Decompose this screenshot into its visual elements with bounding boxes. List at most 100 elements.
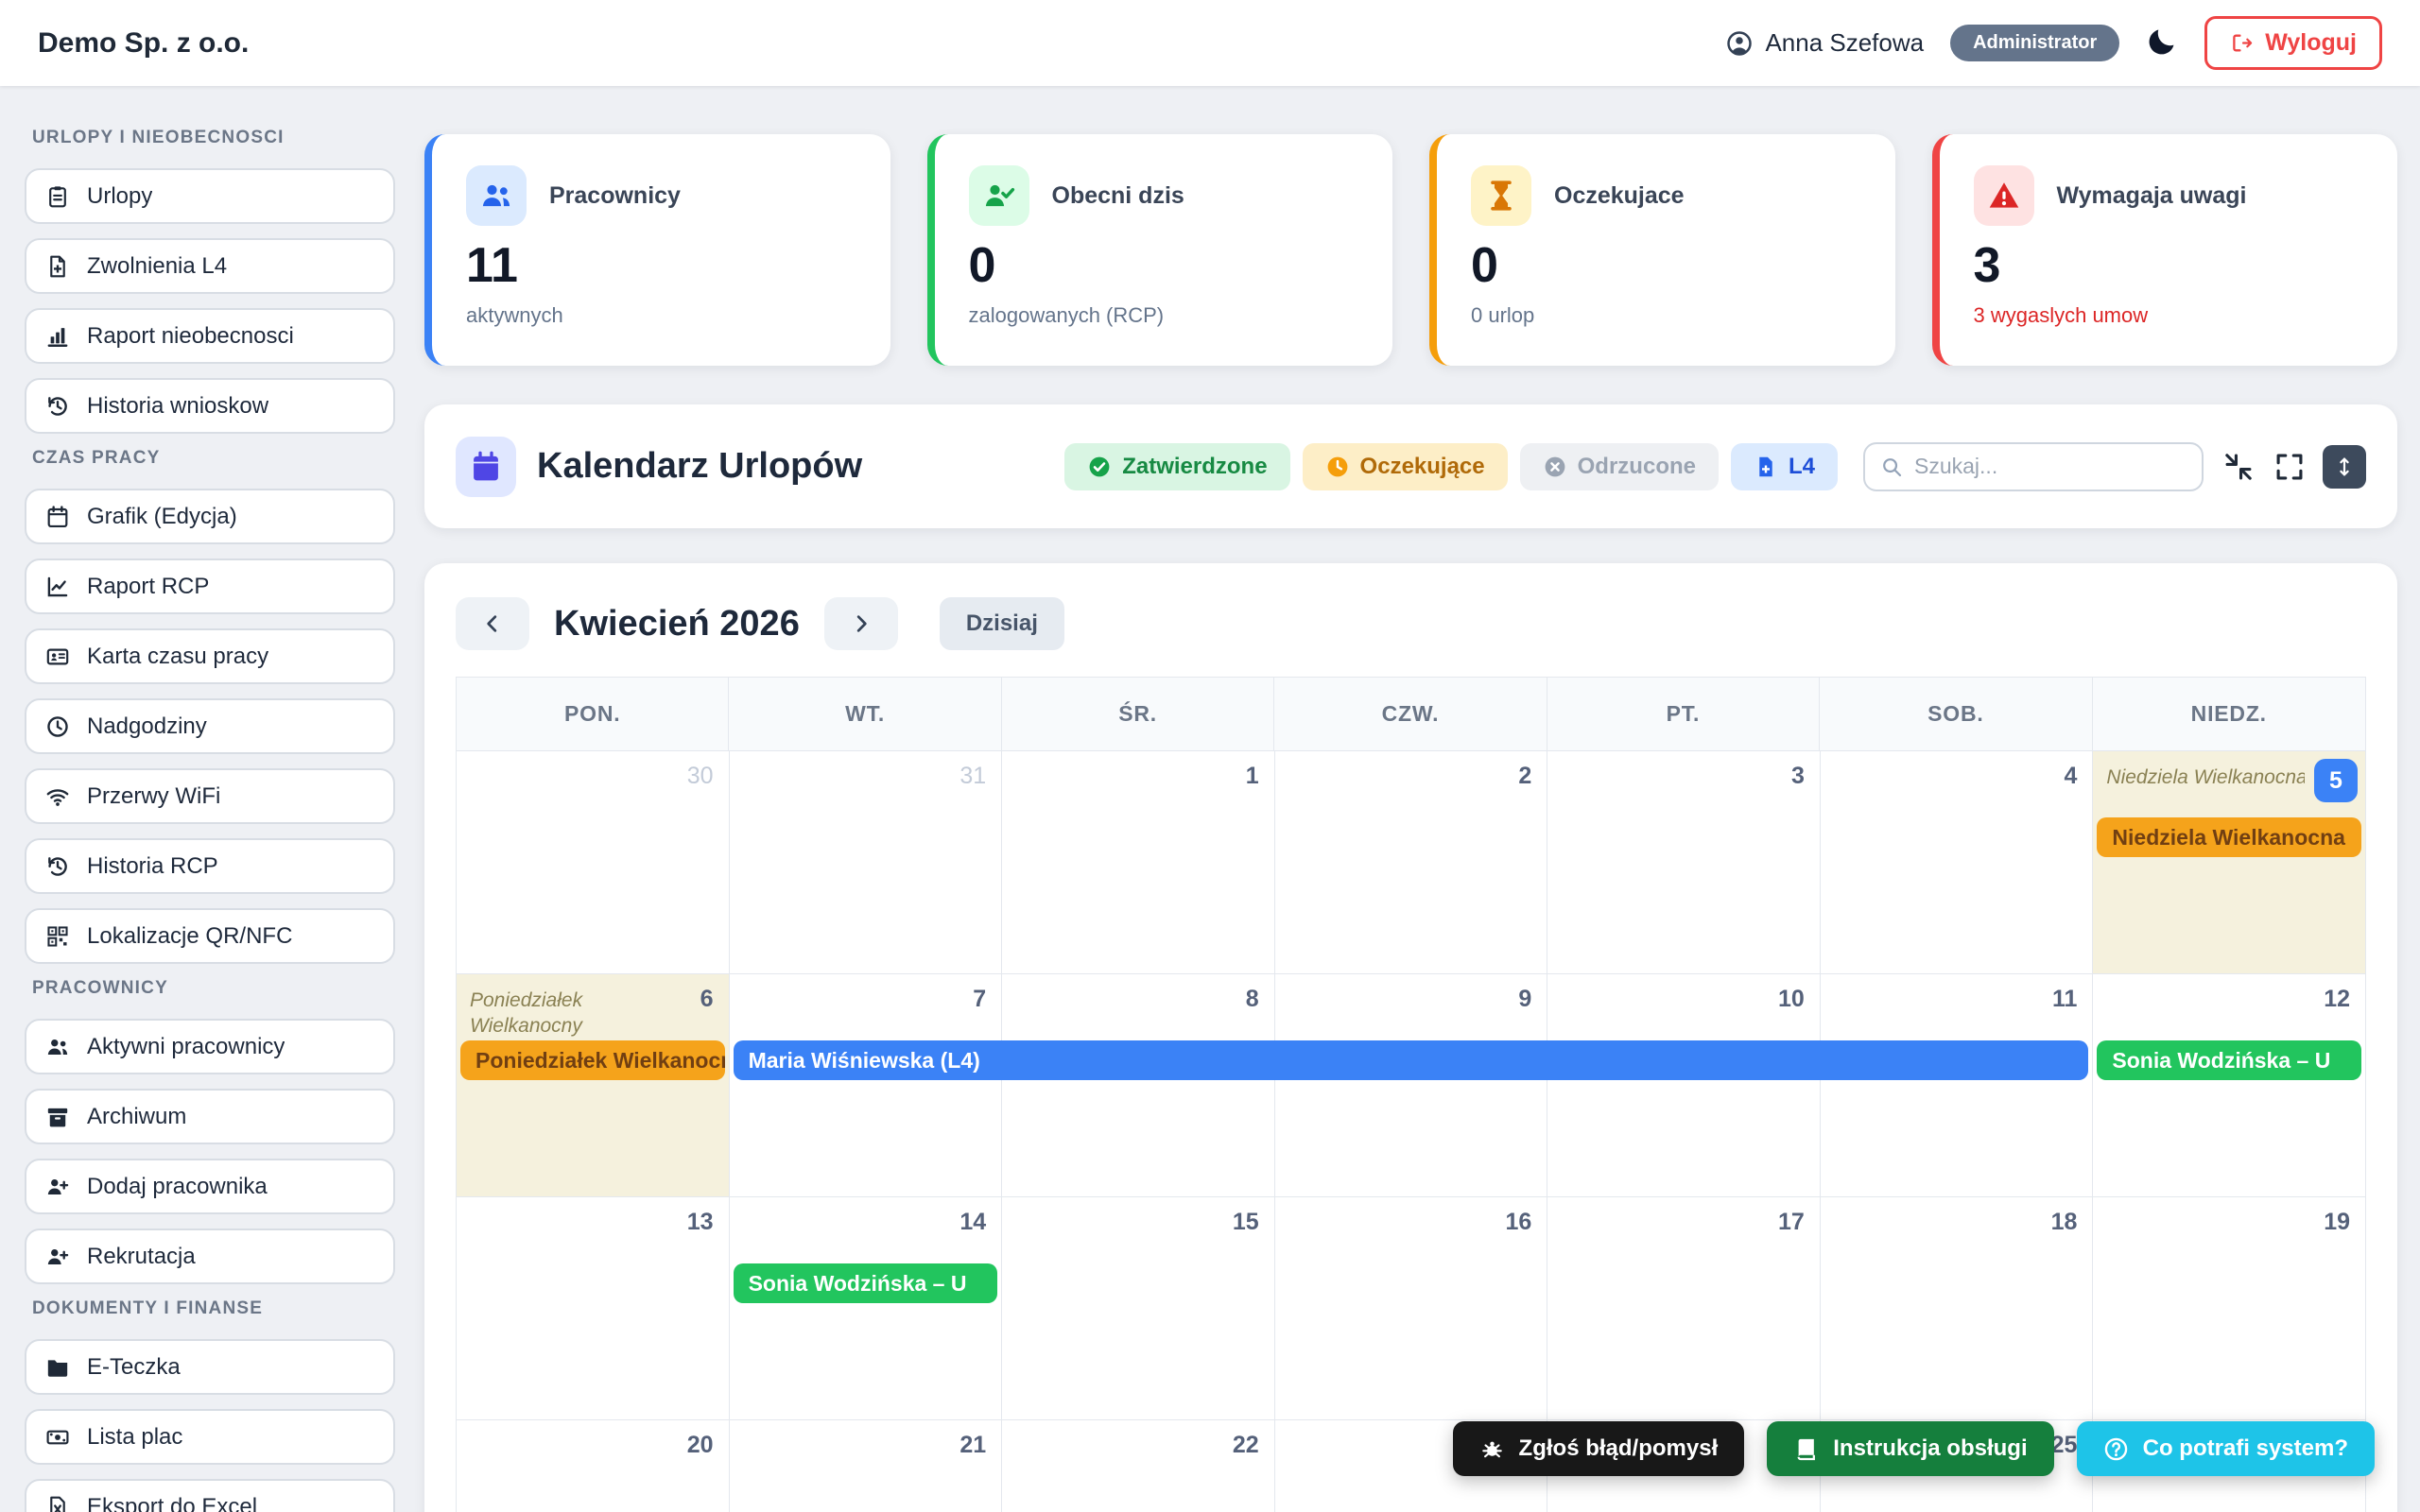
sidebar-item-rekrutacja[interactable]: Rekrutacja	[25, 1228, 395, 1284]
sidebar-item-label: Rekrutacja	[87, 1244, 196, 1270]
today-button[interactable]: Dzisiaj	[940, 597, 1064, 650]
search-input[interactable]	[1914, 454, 2187, 479]
main-content: Pracownicy 11 aktywnych Obecni dzis 0 za…	[424, 86, 2397, 1512]
line-chart-icon	[45, 575, 70, 599]
user-menu[interactable]: Anna Szefowa	[1725, 28, 1924, 58]
prev-month-button[interactable]	[456, 597, 529, 650]
chevron-right-icon	[849, 611, 873, 636]
sidebar-item-nadgodziny[interactable]: Nadgodziny	[25, 698, 395, 754]
sidebar-item-karta-czasu-pracy[interactable]: Karta czasu pracy	[25, 628, 395, 684]
sidebar-item-aktywni-pracownicy[interactable]: Aktywni pracownicy	[25, 1019, 395, 1074]
sidebar-item-label: Archiwum	[87, 1104, 186, 1130]
day-cell-8[interactable]: 8	[1002, 974, 1275, 1196]
sidebar-item-raport-nieobecnosci[interactable]: Raport nieobecnosci	[25, 308, 395, 364]
system-help-button[interactable]: Co potrafi system?	[2077, 1421, 2375, 1476]
stat-card-wymagaja-uwagi: Wymagaja uwagi 3 3 wygaslych umow	[1932, 134, 2398, 366]
qrcode-icon	[45, 924, 70, 949]
scroll-toggle-button[interactable]	[2323, 445, 2366, 489]
sidebar-item-historia-rcp[interactable]: Historia RCP	[25, 838, 395, 894]
calendar-event-vacation[interactable]: Sonia Wodzińska – U	[2097, 1040, 2361, 1080]
company-name: Demo Sp. z o.o.	[38, 27, 249, 60]
stat-value: 0	[1471, 241, 1861, 290]
holiday-name: Poniedziałek Wielkanocny	[470, 988, 668, 1040]
users-icon	[45, 1035, 70, 1059]
filter-oczekujace[interactable]: Oczekujące	[1303, 443, 1508, 490]
sidebar-item-raport-rcp[interactable]: Raport RCP	[25, 558, 395, 614]
calendar-title: Kalendarz Urlopów	[537, 446, 862, 487]
calendar-event-l4[interactable]: Maria Wiśniewska (L4)	[734, 1040, 2089, 1080]
day-cell-4[interactable]: 4	[1821, 751, 2094, 973]
next-month-button[interactable]	[824, 597, 898, 650]
day-cell-16[interactable]: 16	[1275, 1197, 1548, 1419]
sidebar-item-archiwum[interactable]: Archiwum	[25, 1089, 395, 1144]
sidebar-item-dodaj-pracownika[interactable]: Dodaj pracownika	[25, 1159, 395, 1214]
sidebar-item-grafik-edycja[interactable]: Grafik (Edycja)	[25, 489, 395, 544]
sidebar-item-historia-wnioskow[interactable]: Historia wnioskow	[25, 378, 395, 434]
user-plus-icon	[45, 1175, 70, 1199]
day-number: 18	[2051, 1209, 2078, 1236]
day-cell-18[interactable]: 18	[1821, 1197, 2094, 1419]
day-header: SOB.	[1820, 678, 2092, 750]
history-icon	[45, 854, 70, 879]
stat-subtitle: 0 urlop	[1471, 303, 1861, 328]
sidebar-item-eksport-do-excel[interactable]: Eksport do Excel	[25, 1479, 395, 1512]
book-icon	[1793, 1436, 1819, 1462]
day-cell-2[interactable]: 2	[1275, 751, 1548, 973]
day-cell-19[interactable]: 19	[2093, 1197, 2366, 1419]
sidebar-item-lokalizacje-qr-nfc[interactable]: Lokalizacje QR/NFC	[25, 908, 395, 964]
manual-button[interactable]: Instrukcja obsługi	[1767, 1421, 2053, 1476]
sidebar-item-urlopy[interactable]: Urlopy	[25, 168, 395, 224]
sidebar-item-label: Karta czasu pracy	[87, 644, 268, 670]
sidebar-item-zwolnienia-l4[interactable]: Zwolnienia L4	[25, 238, 395, 294]
bug-icon	[1479, 1436, 1505, 1462]
day-cell-3[interactable]: 3	[1547, 751, 1821, 973]
stat-title: Pracownicy	[549, 182, 681, 210]
day-cell-14[interactable]: 14	[730, 1197, 1003, 1419]
calendar-event-holiday[interactable]: Niedziela Wielkanocna	[2097, 817, 2361, 857]
day-cell-9[interactable]: 9	[1275, 974, 1548, 1196]
fullscreen-icon[interactable]	[2273, 451, 2306, 483]
day-cell-30[interactable]: 30	[457, 751, 730, 973]
sidebar-item-lista-plac[interactable]: Lista plac	[25, 1409, 395, 1465]
sidebar-item-e-teczka[interactable]: E-Teczka	[25, 1339, 395, 1395]
history-icon	[45, 394, 70, 419]
sidebar-item-label: Lokalizacje QR/NFC	[87, 923, 292, 950]
folder-icon	[45, 1355, 70, 1380]
day-cell-11[interactable]: 11	[1821, 974, 2094, 1196]
day-cell-12[interactable]: 12	[2093, 974, 2366, 1196]
day-cell-21[interactable]: 21	[730, 1420, 1003, 1512]
filter-l4[interactable]: L4	[1731, 443, 1838, 490]
day-cell-31[interactable]: 31	[730, 751, 1003, 973]
day-header: WT.	[729, 678, 1001, 750]
calendar-event-vacation[interactable]: Sonia Wodzińska – U	[734, 1263, 998, 1303]
bar-chart-icon	[45, 324, 70, 349]
day-cell-6[interactable]: Poniedziałek Wielkanocny6	[457, 974, 730, 1196]
x-circle-icon	[1543, 455, 1567, 479]
day-cell-15[interactable]: 15	[1002, 1197, 1275, 1419]
compress-icon[interactable]	[2222, 451, 2255, 483]
sidebar-item-przerwy-wifi[interactable]: Przerwy WiFi	[25, 768, 395, 824]
calendar-grid: 30311234Niedziela Wielkanocna5Niedziela …	[456, 750, 2366, 1512]
day-cell-17[interactable]: 17	[1547, 1197, 1821, 1419]
day-cell-13[interactable]: 13	[457, 1197, 730, 1419]
stat-value: 3	[1974, 241, 2364, 290]
dark-mode-toggle[interactable]	[2146, 26, 2178, 60]
day-cell-5[interactable]: Niedziela Wielkanocna5	[2093, 751, 2366, 973]
report-bug-button[interactable]: Zgłoś błąd/pomysł	[1453, 1421, 1745, 1476]
logout-button[interactable]: Wyloguj	[2204, 16, 2382, 70]
day-cell-7[interactable]: 7	[730, 974, 1003, 1196]
day-cell-22[interactable]: 22	[1002, 1420, 1275, 1512]
calendar-card: Kwiecień 2026 Dzisiaj PON. WT. ŚR. CZW. …	[424, 563, 2397, 1512]
question-circle-icon	[2103, 1436, 2129, 1462]
filter-odrzucone[interactable]: Odrzucone	[1520, 443, 1719, 490]
stat-card-obecni: Obecni dzis 0 zalogowanych (RCP)	[927, 134, 1393, 366]
day-cell-10[interactable]: 10	[1547, 974, 1821, 1196]
file-medical-icon	[1754, 455, 1778, 479]
day-cell-20[interactable]: 20	[457, 1420, 730, 1512]
filter-zatwierdzone[interactable]: Zatwierdzone	[1064, 443, 1289, 490]
calendar-week: 1314151617 18 19 Sonia Wodzińska – U	[456, 1196, 2366, 1419]
day-cell-1[interactable]: 1	[1002, 751, 1275, 973]
calendar-event-holiday[interactable]: Poniedziałek Wielkanocny	[460, 1040, 725, 1080]
day-header: ŚR.	[1002, 678, 1274, 750]
day-number: 9	[1518, 986, 1531, 1013]
